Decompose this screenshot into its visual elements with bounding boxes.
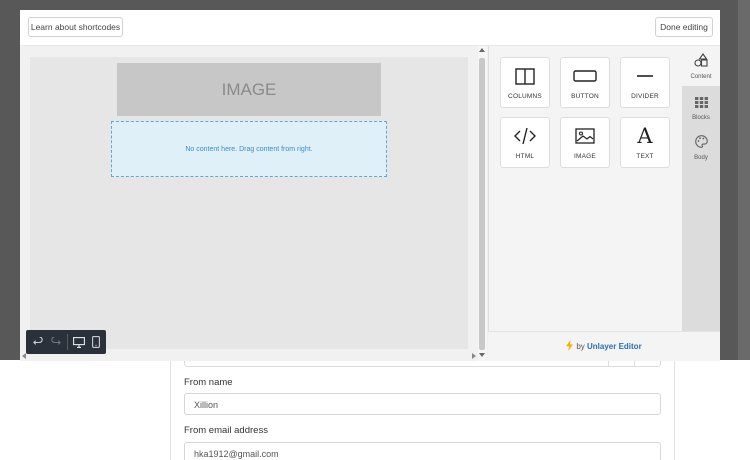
mobile-view-icon[interactable] (89, 334, 104, 350)
tab-content[interactable]: Content (682, 46, 720, 86)
canvas-toolbar (26, 330, 106, 354)
columns-icon (513, 65, 537, 87)
desktop-view-icon[interactable] (72, 334, 87, 350)
canvas-area: IMAGE No content here. Drag content from… (20, 46, 488, 361)
canvas-scrollbar[interactable] (478, 46, 487, 361)
learn-shortcodes-button[interactable]: Learn about shortcodes (28, 17, 123, 37)
design-canvas[interactable]: IMAGE No content here. Drag content from… (30, 57, 468, 349)
button-icon (573, 65, 597, 87)
tool-columns[interactable]: COLUMNS (500, 57, 550, 108)
redo-icon[interactable] (48, 334, 63, 350)
scroll-up-arrow[interactable] (479, 48, 485, 52)
scroll-left-arrow[interactable] (22, 353, 26, 359)
from-name-input[interactable]: Xillion (184, 393, 661, 415)
scroll-right-arrow[interactable] (472, 353, 476, 359)
palette-icon (694, 133, 708, 152)
tool-image[interactable]: IMAGE (560, 117, 610, 168)
tab-content-label: Content (690, 74, 712, 80)
image-placeholder[interactable]: IMAGE (117, 63, 381, 116)
from-email-label: From email address (184, 425, 268, 436)
tool-button[interactable]: BUTTON (560, 57, 610, 108)
code-icon (513, 125, 537, 147)
tab-body[interactable]: Body (682, 127, 720, 167)
tab-body-label: Body (694, 155, 708, 161)
tab-blocks-label: Blocks (692, 115, 710, 121)
shapes-icon (694, 52, 708, 71)
scroll-thumb[interactable] (479, 58, 485, 350)
text-icon: A (637, 124, 653, 148)
editor-side-tabs: Content Blocks Body (682, 46, 720, 331)
tool-text[interactable]: A TEXT (620, 117, 670, 168)
unlayer-editor: IMAGE No content here. Drag content from… (20, 45, 720, 361)
bolt-icon (566, 340, 574, 353)
undo-icon[interactable] (31, 334, 46, 350)
tool-divider[interactable]: DIVIDER (620, 57, 670, 108)
from-email-input[interactable]: hka1912@gmail.com (184, 442, 661, 460)
page-scrollbar[interactable] (738, 0, 750, 360)
footer-prefix: by (576, 342, 585, 351)
tool-html[interactable]: HTML (500, 117, 550, 168)
grid-icon (694, 93, 708, 112)
from-name-label: From name (184, 377, 233, 388)
content-tools-panel: COLUMNS BUTTON DIVIDER HTML IMAGE A TEXT (488, 46, 682, 331)
editor-footer: by Unlayer Editor (488, 331, 720, 361)
tab-blocks[interactable]: Blocks (682, 87, 720, 127)
email-editor-modal: Learn about shortcodes Done editing IMAG… (20, 10, 720, 361)
image-icon (573, 125, 597, 147)
done-editing-button[interactable]: Done editing (655, 17, 713, 37)
divider-icon (633, 65, 657, 87)
scroll-down-arrow[interactable] (479, 353, 485, 357)
toolbar-divider (67, 334, 68, 350)
empty-drop-zone[interactable]: No content here. Drag content from right… (111, 121, 387, 177)
unlayer-editor-link[interactable]: Unlayer Editor (587, 342, 642, 351)
